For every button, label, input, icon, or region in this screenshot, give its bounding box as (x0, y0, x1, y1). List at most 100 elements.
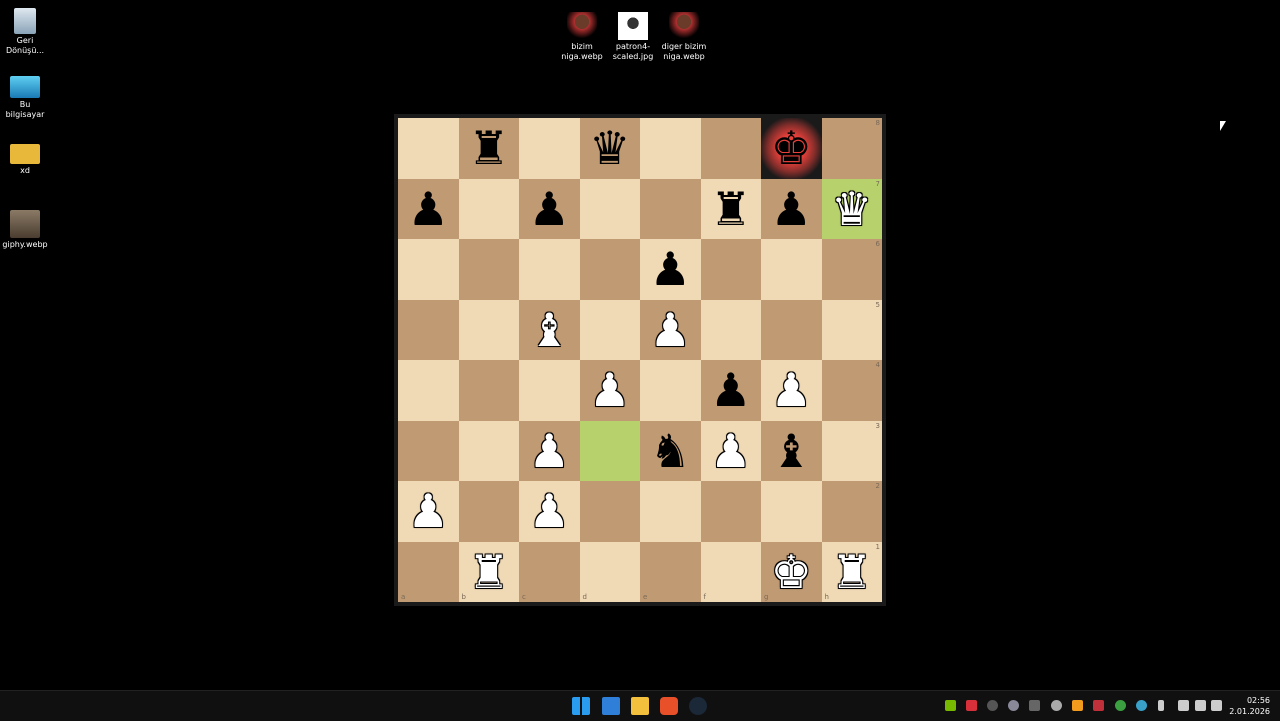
desktop-icon-giphy[interactable]: giphy.webp (0, 210, 50, 250)
square-f1[interactable]: f (700, 541, 761, 602)
square-c8[interactable] (519, 118, 580, 179)
white-rook-icon[interactable]: ♜ (459, 542, 520, 603)
tray-app-icon[interactable] (987, 700, 998, 711)
battery-icon[interactable] (1211, 700, 1222, 711)
desktop-icon-diger-bizim-niga[interactable]: diger bizim niga.webp (657, 12, 711, 62)
square-f8[interactable] (700, 118, 761, 179)
tray-app-icon[interactable] (1115, 700, 1126, 711)
square-f7[interactable]: ♜ (700, 178, 762, 240)
square-h4[interactable]: 4 (821, 360, 882, 421)
square-e7[interactable] (640, 178, 701, 239)
white-pawn-icon[interactable]: ♟ (640, 300, 701, 361)
black-pawn-icon[interactable]: ♟ (519, 179, 580, 240)
steam-icon[interactable] (689, 697, 707, 715)
square-a1[interactable]: a (398, 541, 459, 602)
taskbar-clock[interactable]: 02:56 2.01.2026 (1229, 695, 1270, 717)
square-e1[interactable]: e (640, 541, 701, 602)
square-d1[interactable]: d (579, 541, 640, 602)
desktop-icon-bizim-niga[interactable]: bizim niga.webp (555, 12, 609, 62)
square-a4[interactable] (398, 360, 459, 421)
square-c4[interactable] (519, 360, 580, 421)
square-d6[interactable] (579, 239, 640, 300)
square-e4[interactable] (640, 360, 701, 421)
square-e8[interactable] (640, 118, 701, 179)
square-b5[interactable] (458, 299, 519, 360)
square-g7[interactable]: ♟ (761, 178, 822, 240)
square-a8[interactable] (398, 118, 459, 179)
tray-app-icon[interactable] (1072, 700, 1083, 711)
desktop-icon-patron4[interactable]: patron4-scaled.jpg (606, 12, 660, 62)
desktop-app-icon[interactable] (602, 697, 620, 715)
square-c7[interactable]: ♟ (519, 178, 580, 240)
square-f4[interactable]: ♟ (700, 360, 761, 421)
tray-app-icon[interactable] (1136, 700, 1147, 711)
volume-icon[interactable] (1195, 700, 1206, 711)
black-rook-icon[interactable]: ♜ (701, 179, 762, 240)
square-f2[interactable] (700, 481, 761, 542)
white-rook-icon[interactable]: ♜ (822, 542, 883, 603)
square-c6[interactable] (519, 239, 580, 300)
square-c5[interactable]: ♝ (519, 299, 580, 361)
brave-browser-icon[interactable] (660, 697, 678, 715)
square-h5[interactable]: 5 (821, 299, 882, 360)
square-h1[interactable]: 1 h ♜ (821, 541, 883, 603)
square-h8[interactable]: 8 (821, 118, 882, 179)
tray-app-icon[interactable] (1093, 700, 1104, 711)
white-pawn-icon[interactable]: ♟ (519, 421, 580, 482)
square-a2[interactable]: ♟ (398, 481, 459, 542)
black-queen-icon[interactable]: ♛ (580, 118, 641, 179)
square-a6[interactable] (398, 239, 459, 300)
desktop-icon-this-pc[interactable]: Bu bilgisayar (0, 76, 50, 120)
square-d3-highlight[interactable] (579, 420, 640, 481)
nvidia-icon[interactable] (945, 700, 956, 711)
square-h7-highlight[interactable]: 7 ♛ (821, 178, 883, 240)
square-g1[interactable]: g ♚ (761, 541, 822, 603)
tray-app-icon[interactable] (1029, 700, 1040, 711)
white-pawn-icon[interactable]: ♟ (580, 360, 641, 421)
square-g6[interactable] (761, 239, 822, 300)
square-c1[interactable]: c (519, 541, 580, 602)
network-icon[interactable] (1178, 700, 1189, 711)
square-c3[interactable]: ♟ (519, 420, 580, 482)
square-h3[interactable]: 3 (821, 420, 882, 481)
square-f6[interactable] (700, 239, 761, 300)
white-king-icon[interactable]: ♚ (761, 542, 822, 603)
black-bishop-icon[interactable]: ♝ (761, 421, 822, 482)
square-h2[interactable]: 2 (821, 481, 882, 542)
square-e6[interactable]: ♟ (640, 239, 701, 300)
square-d7[interactable] (579, 178, 640, 239)
square-f5[interactable] (700, 299, 761, 360)
square-b6[interactable] (458, 239, 519, 300)
square-a3[interactable] (398, 420, 459, 481)
square-g8-check[interactable]: ♚ (761, 118, 822, 179)
settings-tray-icon[interactable] (1051, 700, 1062, 711)
square-b2[interactable] (458, 481, 519, 542)
square-d4[interactable]: ♟ (579, 360, 641, 421)
steam-tray-icon[interactable] (1008, 700, 1019, 711)
square-b7[interactable] (458, 178, 519, 239)
microphone-icon[interactable] (1158, 700, 1164, 711)
square-g2[interactable] (761, 481, 822, 542)
tray-app-icon[interactable] (966, 700, 977, 711)
black-knight-icon[interactable]: ♞ (640, 421, 701, 482)
white-bishop-icon[interactable]: ♝ (519, 300, 580, 361)
square-b3[interactable] (458, 420, 519, 481)
square-f3[interactable]: ♟ (700, 420, 762, 482)
white-queen-icon[interactable]: ♛ (822, 179, 883, 240)
square-e2[interactable] (640, 481, 701, 542)
black-pawn-icon[interactable]: ♟ (761, 179, 822, 240)
chess-board[interactable]: ♜ ♛ ♚ 8 ♟ ♟ ♜ ♟ 7 ♛ ♟ 6 ♝ ♟ 5 ♟ ♟ ♟ 4 ♟ … (398, 118, 882, 602)
black-king-icon[interactable]: ♚ (761, 118, 822, 179)
square-a5[interactable] (398, 299, 459, 360)
black-rook-icon[interactable]: ♜ (459, 118, 520, 179)
start-icon[interactable] (572, 697, 590, 715)
square-g4[interactable]: ♟ (761, 360, 822, 421)
square-b4[interactable] (458, 360, 519, 421)
white-pawn-icon[interactable]: ♟ (701, 421, 762, 482)
white-pawn-icon[interactable]: ♟ (398, 481, 459, 542)
white-pawn-icon[interactable]: ♟ (519, 481, 580, 542)
white-pawn-icon[interactable]: ♟ (761, 360, 822, 421)
square-d5[interactable] (579, 299, 640, 360)
square-h6[interactable]: 6 (821, 239, 882, 300)
desktop-icon-recycle-bin[interactable]: Geri Dönüşü... (0, 8, 50, 56)
